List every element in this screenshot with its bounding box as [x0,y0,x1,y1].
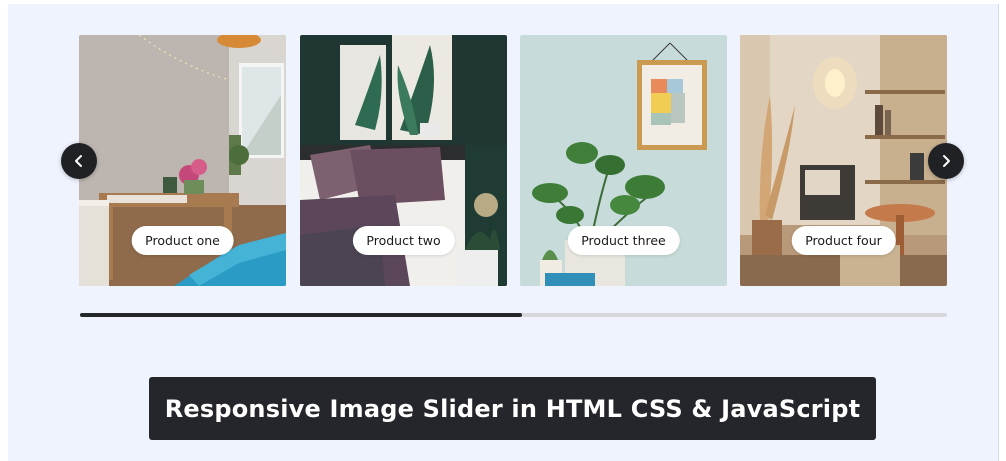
chevron-left-icon [75,155,82,167]
page-title-banner: Responsive Image Slider in HTML CSS & Ja… [149,377,876,440]
next-slide-button[interactable] [928,143,964,179]
slider-scrollbar-thumb[interactable] [80,313,523,317]
product-label: Product four [791,226,896,255]
product-label: Product three [567,226,680,255]
page-title: Responsive Image Slider in HTML CSS & Ja… [164,394,861,423]
slide-card-2[interactable]: Product two [300,35,507,286]
product-label: Product two [352,226,455,255]
slide-card-3[interactable]: Product three [520,35,727,286]
slider-scrollbar-track[interactable] [80,313,947,317]
slide-card-4[interactable]: Product four [740,35,947,286]
slide-card-1[interactable]: Product one [79,35,286,286]
image-slider: Product one Product two Product three Pr… [79,35,947,286]
product-label: Product one [131,226,234,255]
prev-slide-button[interactable] [61,143,97,179]
chevron-right-icon [943,155,950,167]
